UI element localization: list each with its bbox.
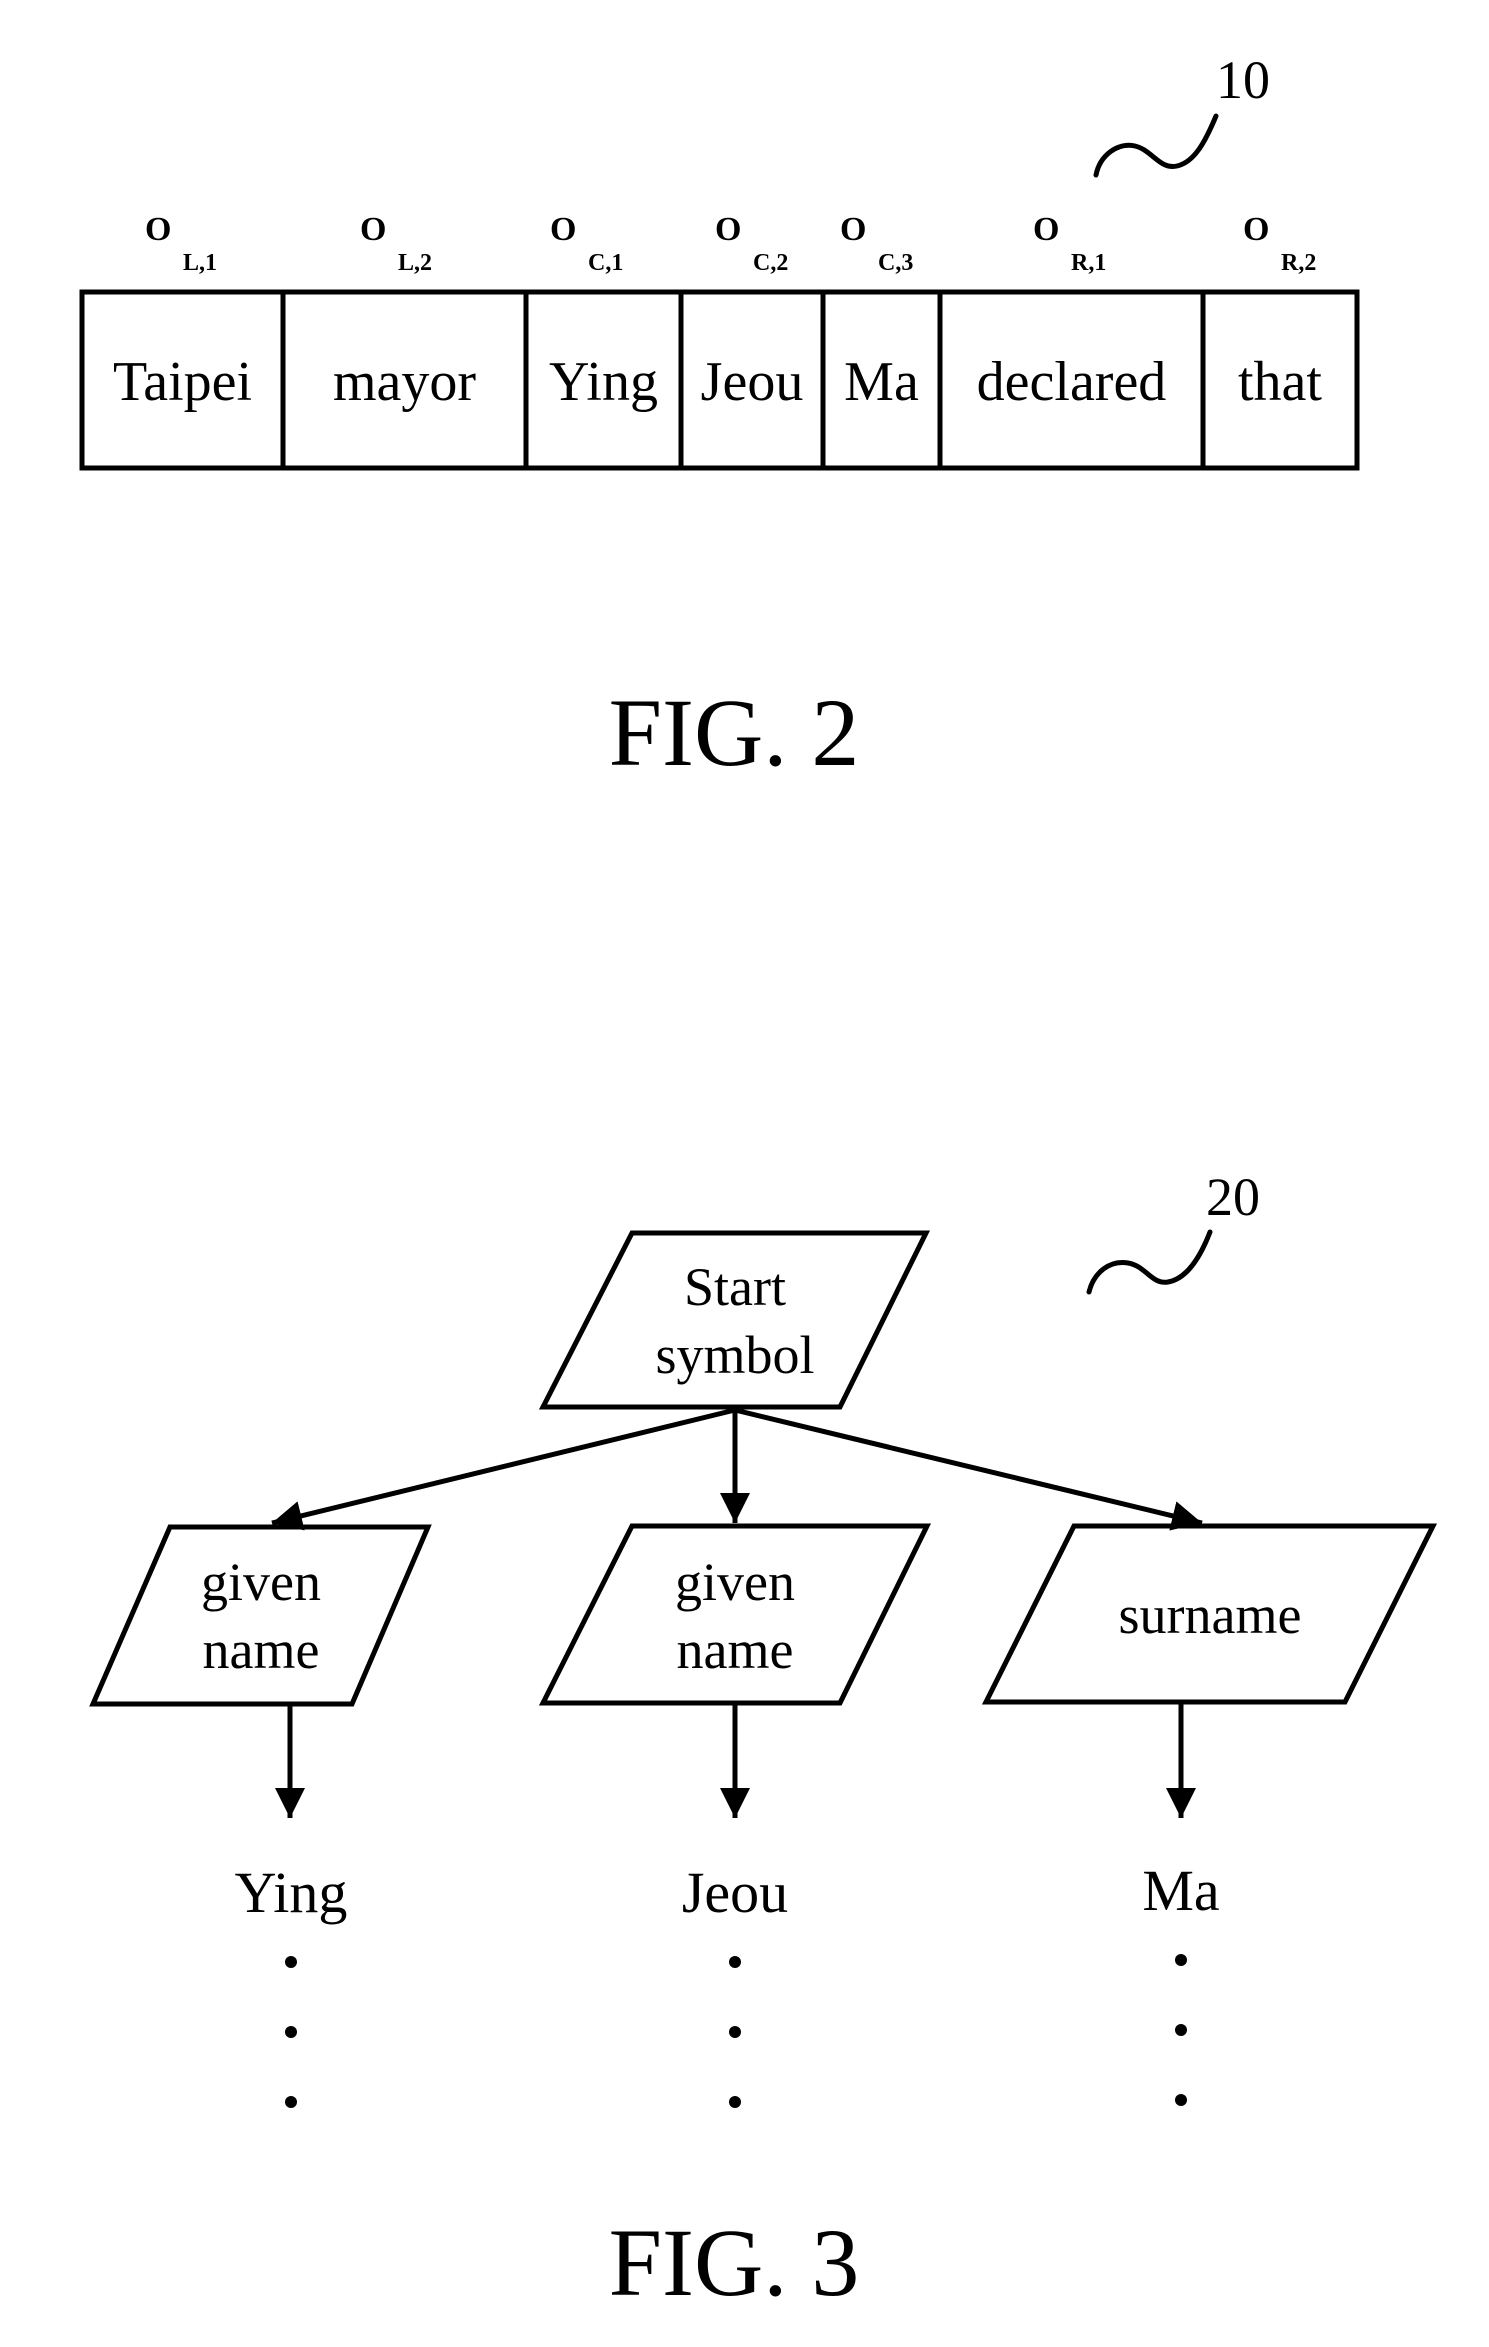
figure-3: 20 Start symbol given name given name su… bbox=[89, 1167, 1438, 2316]
observation-label: O bbox=[360, 211, 386, 248]
edge-root-to-given-name-1 bbox=[271, 1407, 736, 1531]
node-label-line-2: name bbox=[203, 1620, 320, 1680]
figure-2: 10 O L,1 O L,2 O C,1 O C,2 O C,3 O R,1 O R,2 Taipei ma… bbox=[79, 50, 1360, 786]
root-edges bbox=[271, 1407, 1203, 1531]
continuation-dot bbox=[285, 2026, 297, 2038]
child-node-given-name-1: given name bbox=[89, 1524, 432, 1707]
child-node-surname: surname bbox=[981, 1523, 1438, 1705]
observation-label: O bbox=[840, 211, 866, 248]
observation-subscript: R,2 bbox=[1281, 250, 1316, 276]
observation-label: O bbox=[145, 211, 171, 248]
node-label-line-1: given bbox=[675, 1552, 795, 1612]
node-label-line-2: name bbox=[677, 1620, 794, 1680]
start-symbol-node: Start symbol bbox=[538, 1230, 931, 1410]
word-cell-jeou: Jeou bbox=[701, 351, 804, 413]
leaf-ying: Ying bbox=[235, 1860, 348, 2108]
leaf-label: Jeou bbox=[682, 1860, 788, 1925]
observation-label: O bbox=[715, 211, 741, 248]
word-cell-ying: Ying bbox=[549, 351, 658, 413]
observation-subscript: L,1 bbox=[183, 250, 217, 276]
continuation-dot bbox=[1175, 1954, 1187, 1966]
observation-subscript: C,2 bbox=[753, 250, 788, 276]
node-label-line-1: given bbox=[201, 1552, 321, 1612]
reference-numeral-20: 20 bbox=[1206, 1167, 1260, 1227]
observation-subscript: L,2 bbox=[398, 250, 432, 276]
node-label-line-1: surname bbox=[1119, 1585, 1302, 1645]
observation-label: O bbox=[1243, 211, 1269, 248]
observation-labels: O L,1 O L,2 O C,1 O C,2 O C,3 O R,1 O R,2 bbox=[145, 211, 1316, 276]
leaf-edges bbox=[275, 1702, 1196, 1818]
observation-label: O bbox=[550, 211, 576, 248]
child-node-given-name-2: given name bbox=[538, 1523, 932, 1706]
leaf-label: Ma bbox=[1142, 1858, 1219, 1923]
observation-label: O bbox=[1033, 211, 1059, 248]
leaf-jeou: Jeou bbox=[682, 1860, 788, 2108]
start-symbol-line-2: symbol bbox=[655, 1325, 814, 1385]
start-symbol-line-1: Start bbox=[684, 1257, 786, 1317]
reference-leader-squiggle bbox=[1086, 1229, 1213, 1295]
patent-drawing-sheet: 10 O L,1 O L,2 O C,1 O C,2 O C,3 O R,1 O R,2 Taipei ma… bbox=[79, 50, 1438, 2316]
figure-label-fig2: FIG. 2 bbox=[609, 679, 860, 786]
continuation-dot bbox=[729, 1956, 741, 1968]
continuation-dot bbox=[285, 1956, 297, 1968]
word-cell-taipei: Taipei bbox=[113, 351, 252, 413]
word-sequence-box: Taipei mayor Ying Jeou Ma declared that bbox=[79, 289, 1360, 471]
leaf-label: Ying bbox=[235, 1860, 348, 1925]
observation-subscript: R,1 bbox=[1071, 250, 1106, 276]
reference-numeral-10: 10 bbox=[1216, 50, 1270, 110]
word-cell-mayor: mayor bbox=[333, 351, 476, 413]
continuation-dot bbox=[729, 2096, 741, 2108]
leaf-ma: Ma bbox=[1142, 1858, 1220, 2106]
continuation-dot bbox=[729, 2026, 741, 2038]
continuation-dot bbox=[285, 2096, 297, 2108]
continuation-dot bbox=[1175, 2024, 1187, 2036]
word-cell-that: that bbox=[1238, 351, 1322, 413]
continuation-dot bbox=[1175, 2094, 1187, 2106]
word-cell-declared: declared bbox=[977, 351, 1167, 413]
reference-leader-squiggle bbox=[1093, 113, 1219, 178]
edge-root-to-surname bbox=[734, 1407, 1203, 1531]
figure-label-fig3: FIG. 3 bbox=[609, 2209, 860, 2316]
word-cell-ma: Ma bbox=[844, 351, 919, 413]
observation-subscript: C,1 bbox=[588, 250, 623, 276]
observation-subscript: C,3 bbox=[878, 250, 913, 276]
